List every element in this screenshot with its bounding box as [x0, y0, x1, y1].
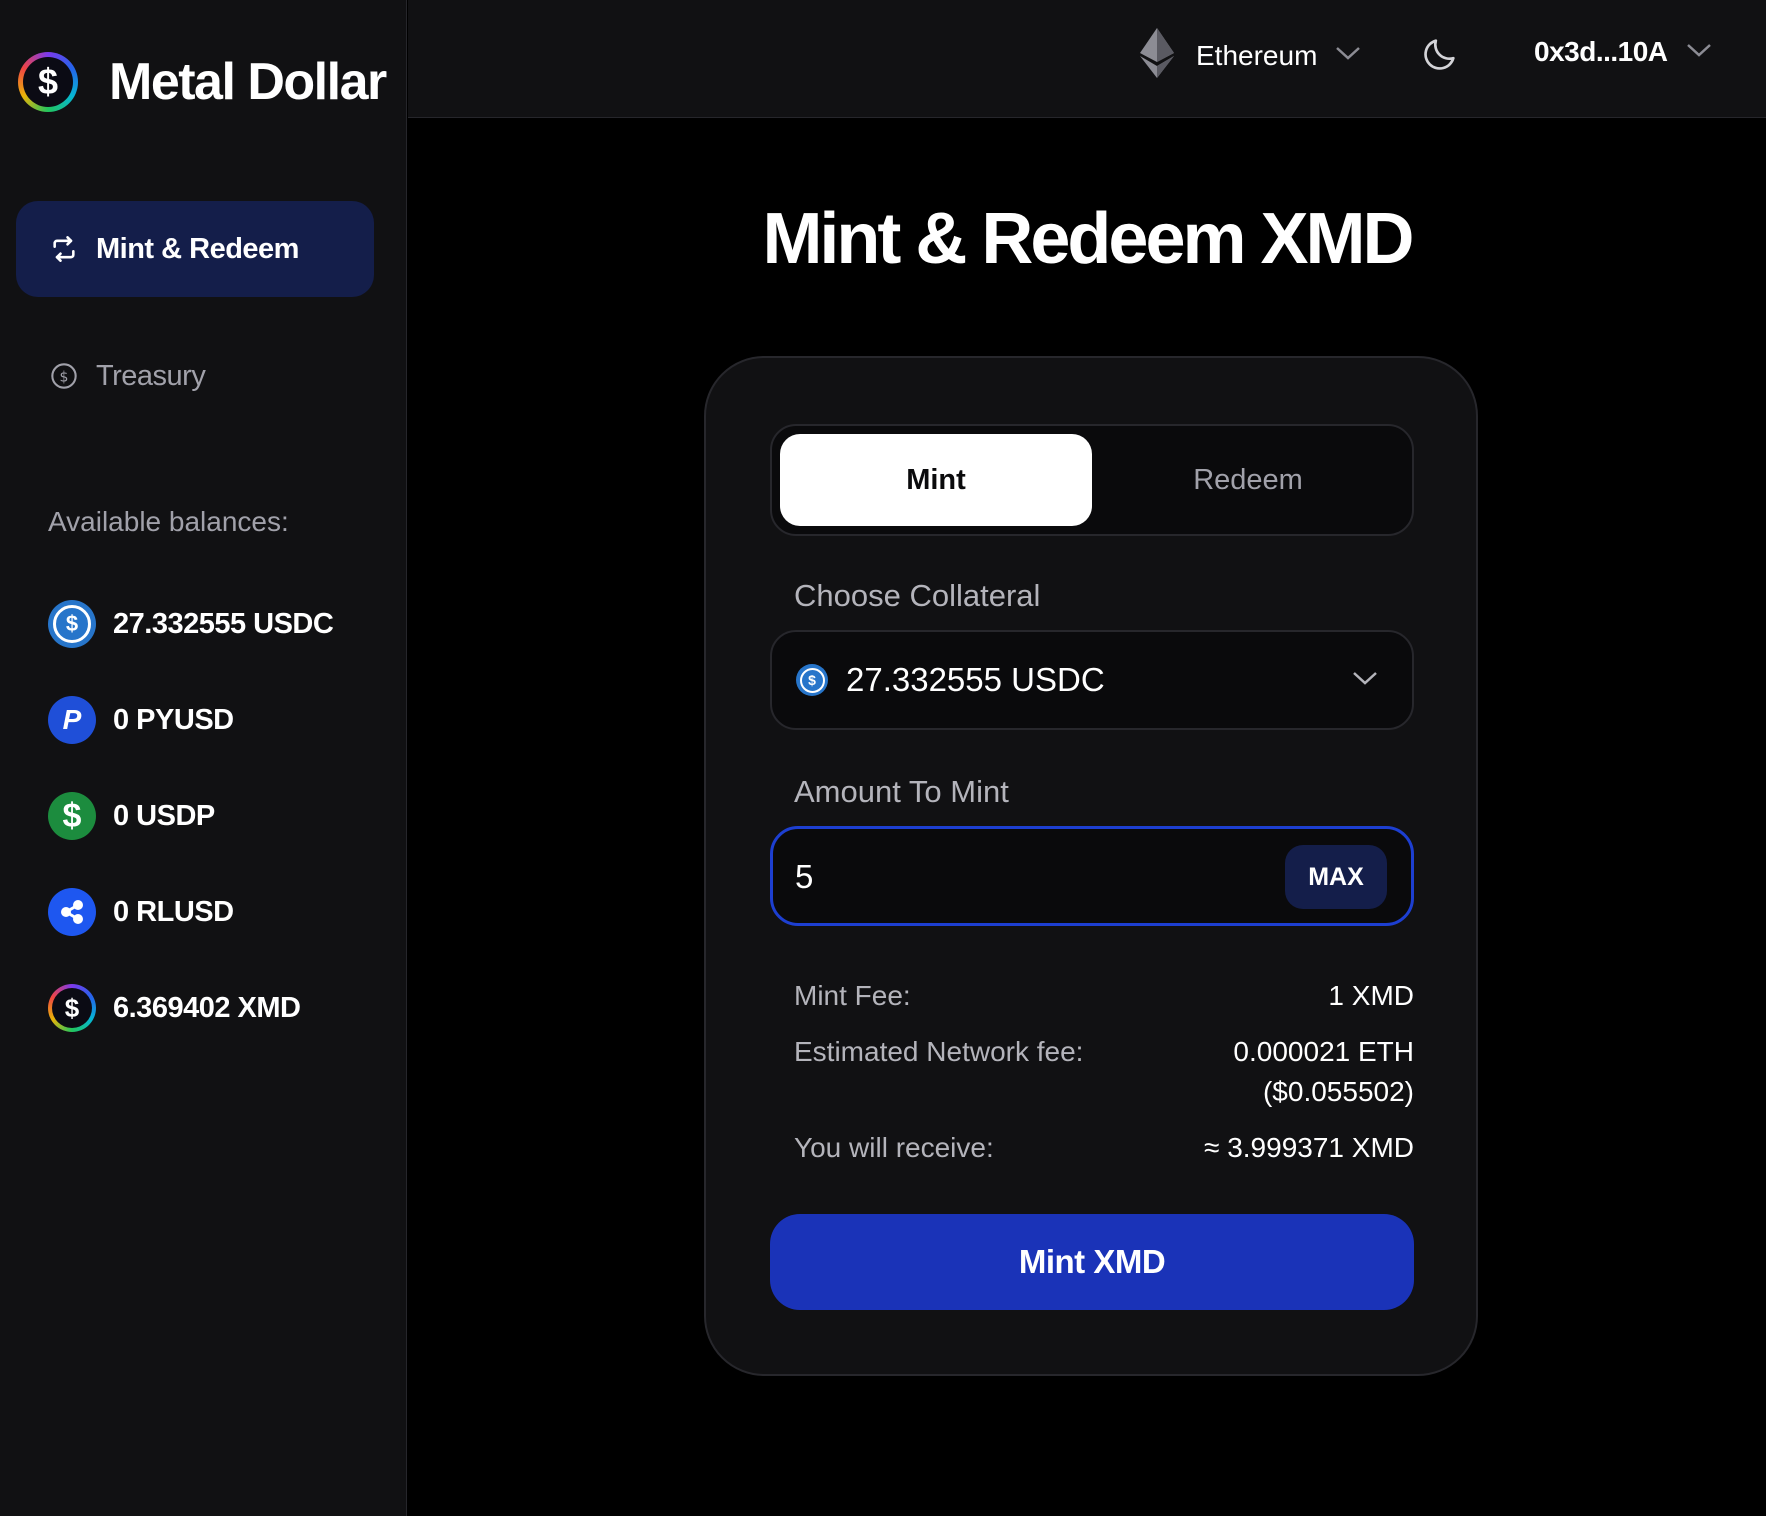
network-fee-value: 0.000021 ETH ($0.055502)	[1233, 1032, 1414, 1112]
amount-field: MAX	[770, 826, 1414, 926]
sidebar-item-label: Mint & Redeem	[96, 232, 299, 265]
xmd-icon: $	[48, 984, 96, 1032]
usdc-icon: $	[796, 664, 828, 696]
balance-row-usdc: $ 27.332555 USDC	[48, 600, 334, 648]
collateral-select[interactable]: $ 27.332555 USDC	[770, 630, 1414, 730]
balances-title: Available balances:	[48, 506, 289, 537]
app-root: $ Metal Dollar Mint & Redeem $ Treasury	[0, 0, 1766, 1516]
page-title: Mint & Redeem XMD	[762, 199, 1414, 279]
svg-text:$: $	[60, 369, 69, 385]
swap-arrows-icon	[50, 235, 78, 263]
mint-fee-row: Mint Fee: 1 XMD	[794, 976, 1414, 1016]
balance-label: 27.332555 USDC	[113, 607, 334, 640]
rlusd-icon	[48, 888, 96, 936]
network-fee-label: Estimated Network fee:	[794, 1036, 1084, 1067]
metal-dollar-logo-icon: $	[18, 52, 78, 112]
network-fee-row: Estimated Network fee: 0.000021 ETH ($0.…	[794, 1032, 1414, 1112]
collateral-value: 27.332555 USDC	[846, 661, 1105, 698]
usdp-icon: $	[48, 792, 96, 840]
wallet-button[interactable]: 0x3d...10A	[1534, 36, 1712, 68]
balance-row-rlusd: 0 RLUSD	[48, 888, 234, 936]
max-button[interactable]: MAX	[1285, 845, 1387, 909]
ethereum-icon	[1140, 28, 1174, 83]
mint-fee-value: 1 XMD	[1328, 980, 1414, 1011]
network-fee-usd: ($0.055502)	[1262, 1076, 1414, 1107]
balance-row-pyusd: P 0 PYUSD	[48, 696, 234, 744]
usdc-icon: $	[48, 600, 96, 648]
dollar-circle-icon: $	[50, 362, 78, 390]
tab-redeem[interactable]: Redeem	[1092, 434, 1404, 526]
receive-value: ≈ 3.999371 XMD	[1204, 1132, 1414, 1163]
sidebar-item-mint-redeem[interactable]: Mint & Redeem	[16, 201, 374, 297]
usdc-glyph: $	[53, 605, 91, 643]
tab-mint[interactable]: Mint	[780, 434, 1092, 526]
brand-name: Metal Dollar	[109, 53, 387, 111]
balance-label: 0 USDP	[113, 799, 215, 832]
usdc-glyph: $	[799, 667, 825, 693]
network-selector[interactable]: Ethereum	[1140, 28, 1361, 83]
brand[interactable]: $ Metal Dollar	[18, 52, 387, 112]
sidebar: $ Metal Dollar Mint & Redeem $ Treasury	[0, 0, 407, 1516]
logo-glyph: $	[23, 57, 73, 107]
mint-redeem-card: Mint Redeem Choose Collateral $ 27.33255…	[704, 356, 1478, 1376]
wallet-address: 0x3d...10A	[1534, 36, 1668, 67]
amount-input[interactable]	[795, 849, 1275, 905]
chevron-down-icon	[1352, 670, 1378, 691]
balance-row-xmd: $ 6.369402 XMD	[48, 984, 301, 1032]
balance-row-usdp: $ 0 USDP	[48, 792, 215, 840]
collateral-label: Choose Collateral	[794, 578, 1041, 613]
moon-icon[interactable]	[1420, 34, 1460, 79]
sidebar-item-treasury[interactable]: $ Treasury	[16, 328, 374, 424]
chevron-down-icon	[1686, 42, 1712, 63]
network-fee-eth: 0.000021 ETH	[1233, 1036, 1414, 1067]
sidebar-item-label: Treasury	[96, 359, 206, 392]
balance-label: 6.369402 XMD	[113, 991, 301, 1024]
pyusd-glyph: P	[62, 704, 82, 735]
top-bar: Ethereum 0x3d...10A	[408, 0, 1766, 118]
mint-fee-label: Mint Fee:	[794, 980, 911, 1011]
usdp-glyph: $	[62, 796, 82, 835]
mint-xmd-button[interactable]: Mint XMD	[770, 1214, 1414, 1310]
network-label: Ethereum	[1196, 39, 1318, 71]
chevron-down-icon	[1335, 45, 1361, 66]
receive-label: You will receive:	[794, 1132, 994, 1163]
amount-label: Amount To Mint	[794, 774, 1009, 809]
xmd-glyph: $	[52, 988, 92, 1028]
receive-row: You will receive: ≈ 3.999371 XMD	[794, 1128, 1414, 1168]
pyusd-icon: P	[48, 696, 96, 744]
balance-label: 0 RLUSD	[113, 895, 234, 928]
balance-label: 0 PYUSD	[113, 703, 234, 736]
mode-tabs: Mint Redeem	[770, 424, 1414, 536]
